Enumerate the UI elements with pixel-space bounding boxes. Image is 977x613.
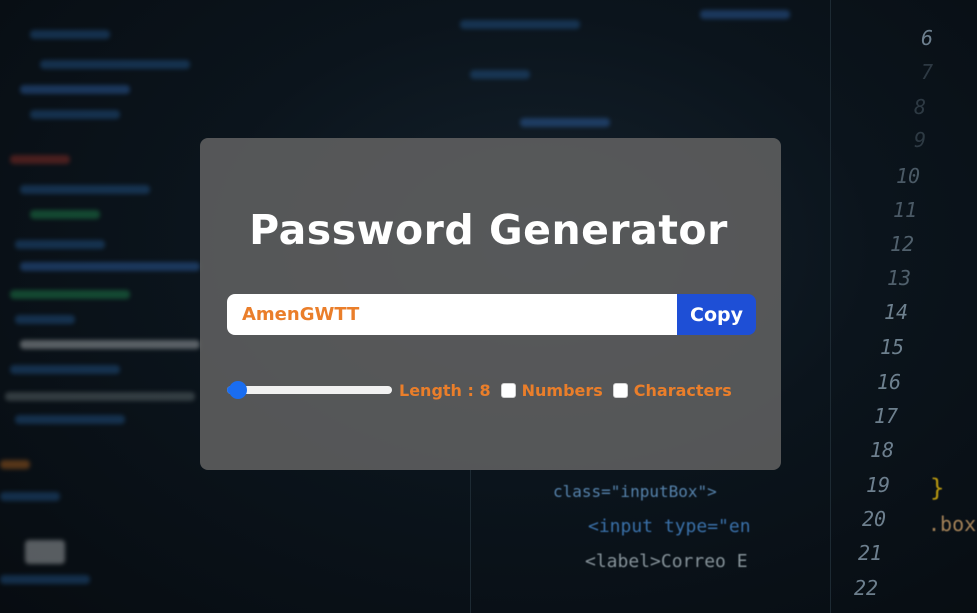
password-output[interactable] (227, 294, 677, 335)
line-number: 8 (914, 95, 927, 119)
password-row: Copy (227, 294, 756, 335)
line-number: 19 (866, 473, 891, 497)
code-snippet: <input type="en (588, 516, 751, 537)
code-snippet: .box (928, 512, 977, 536)
slider-thumb[interactable] (229, 381, 247, 399)
line-number: 20 (862, 507, 887, 531)
copy-button[interactable]: Copy (677, 294, 756, 335)
numbers-checkbox[interactable] (500, 382, 516, 398)
code-snippet: class="inputBox"> (553, 482, 717, 501)
line-number: 21 (858, 541, 883, 565)
line-number: 22 (854, 576, 879, 600)
slider-track (227, 386, 392, 394)
code-snippet: } (930, 474, 945, 502)
numbers-label[interactable]: Numbers (522, 381, 603, 400)
length-label: Length : 8 (399, 380, 491, 400)
line-number: 17 (874, 404, 899, 428)
line-number: 18 (870, 438, 895, 462)
length-slider[interactable] (227, 378, 392, 402)
line-number: 9 (914, 128, 927, 152)
characters-label[interactable]: Characters (634, 381, 732, 400)
characters-checkbox[interactable] (612, 382, 628, 398)
line-number: 10 (896, 164, 921, 188)
line-number: 6 (921, 26, 934, 50)
code-snippet: <label>Correo E (585, 551, 748, 572)
app-title: Password Generator (249, 206, 728, 254)
options-row: Length : 8 Numbers Characters (227, 378, 732, 402)
line-number: 14 (884, 300, 909, 324)
line-number: 7 (921, 60, 934, 84)
line-number: 15 (880, 335, 905, 359)
line-number: 16 (877, 370, 902, 394)
line-number: 13 (887, 266, 912, 290)
